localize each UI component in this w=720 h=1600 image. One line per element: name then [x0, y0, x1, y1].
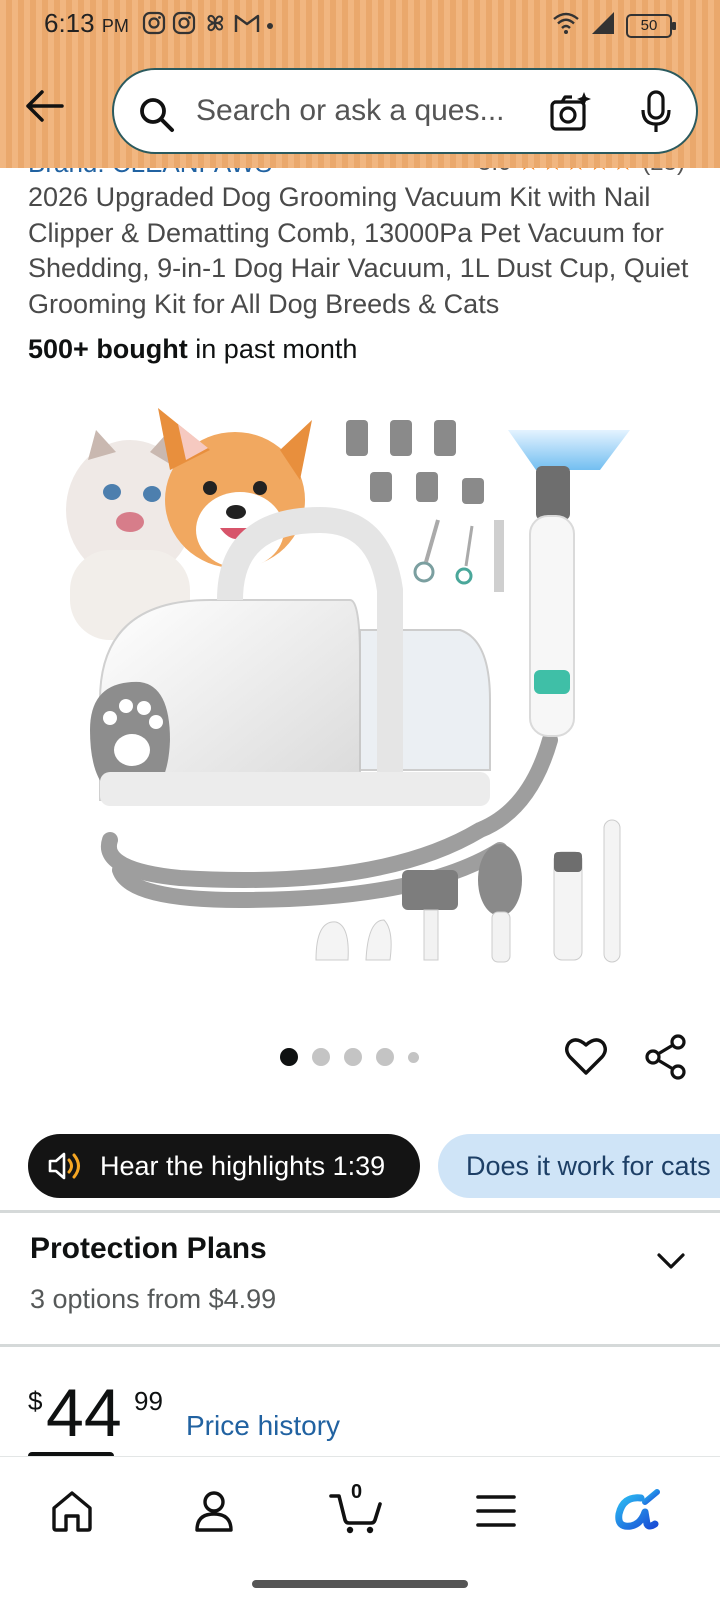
status-time-value: 6:13 — [44, 8, 95, 38]
nav-home-button[interactable] — [42, 1483, 102, 1539]
cell-signal-icon — [590, 10, 616, 41]
protection-plans-title: Protection Plans — [30, 1232, 267, 1265]
carousel-dot-3[interactable] — [344, 1048, 362, 1066]
share-icon — [645, 1034, 686, 1080]
protection-plans-section[interactable]: Protection Plans 3 options from $4.99 — [0, 1214, 720, 1344]
more-notifications-dot-icon — [266, 17, 274, 35]
carousel-dot-4[interactable] — [376, 1048, 394, 1066]
search-input[interactable]: Search or ask a ques... — [196, 94, 526, 128]
header: 6:13 PM 50 Search or ask a ques... — [0, 0, 720, 168]
carousel-dot-2[interactable] — [312, 1048, 330, 1066]
nav-menu-button[interactable] — [466, 1483, 526, 1539]
heart-icon — [565, 1038, 607, 1075]
bought-period: in past month — [187, 334, 358, 364]
nav-account-button[interactable] — [184, 1483, 244, 1539]
nav-rufus-button[interactable] — [606, 1483, 666, 1539]
protection-plans-subtitle: 3 options from $4.99 — [30, 1284, 277, 1314]
home-icon — [52, 1491, 92, 1532]
carousel-dot-5[interactable] — [408, 1051, 419, 1063]
add-to-list-button[interactable] — [564, 1034, 608, 1083]
status-bar: 6:13 PM 50 — [0, 0, 720, 48]
grooming-kit-illustration — [66, 408, 630, 963]
image-carousel-dots — [280, 1048, 419, 1066]
price-whole: 44 — [46, 1375, 122, 1451]
status-time: 6:13 PM — [44, 8, 129, 39]
arrow-left-icon — [26, 90, 64, 122]
product-title: 2026 Upgraded Dog Grooming Vacuum Kit wi… — [28, 182, 689, 319]
bought-in-past-month: 500+ bought in past month — [28, 334, 357, 365]
chip-row: Hear the highlights 1:39 Does it work fo… — [28, 1134, 720, 1200]
battery-indicator: 50 — [626, 13, 676, 38]
section-divider — [0, 1210, 720, 1213]
back-button[interactable] — [22, 86, 66, 126]
hear-highlights-label: Hear the highlights 1:39 — [100, 1150, 386, 1181]
bought-count: 500+ bought — [28, 334, 188, 364]
rufus-icon — [615, 1489, 660, 1530]
carousel-dot-1[interactable] — [280, 1048, 298, 1066]
search-icon — [138, 96, 176, 139]
price-fraction: 99 — [134, 1386, 163, 1416]
status-app-icons — [142, 10, 274, 41]
account-icon — [195, 1491, 233, 1532]
question-chip[interactable]: Does it work for cats — [438, 1134, 720, 1198]
instagram-icon — [172, 11, 196, 40]
status-right: 50 — [552, 10, 676, 41]
section-divider — [0, 1344, 720, 1347]
wifi-icon — [552, 11, 580, 40]
question-chip-label: Does it work for cats — [466, 1150, 711, 1181]
nav-cart-button[interactable]: 0 — [326, 1481, 386, 1539]
bottom-navigation: 0 — [0, 1456, 720, 1600]
price-currency-symbol: $ — [28, 1386, 43, 1416]
microphone-icon[interactable] — [636, 90, 676, 139]
search-bar[interactable]: Search or ask a ques... — [112, 68, 698, 154]
price-history-link[interactable]: Price history — [186, 1410, 340, 1442]
camera-lens-icon[interactable] — [548, 90, 592, 139]
cart-count: 0 — [351, 1481, 363, 1503]
speaker-icon — [48, 1152, 80, 1180]
status-time-meridiem: PM — [101, 16, 129, 36]
share-button[interactable] — [644, 1034, 688, 1085]
gmail-icon — [234, 12, 260, 39]
menu-icon — [476, 1495, 516, 1527]
system-home-indicator[interactable] — [252, 1580, 468, 1588]
instagram-icon — [142, 11, 166, 40]
product-image[interactable] — [60, 400, 660, 980]
pinwheel-icon — [202, 10, 228, 41]
hear-highlights-button[interactable]: Hear the highlights 1:39 — [28, 1134, 420, 1198]
chevron-down-icon[interactable] — [656, 1250, 686, 1277]
